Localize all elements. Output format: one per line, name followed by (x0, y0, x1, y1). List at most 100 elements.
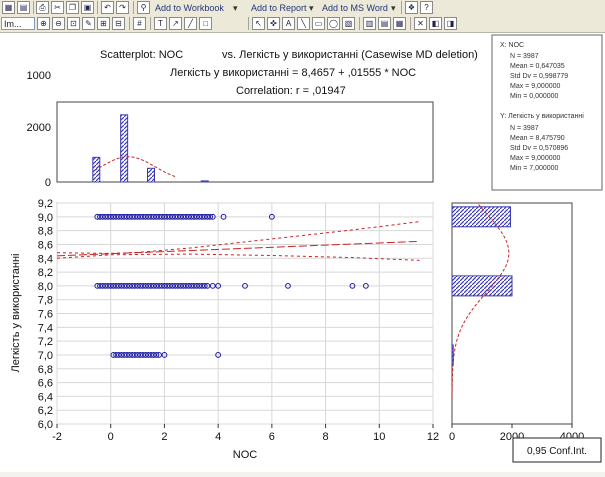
fill-icon[interactable]: ▧ (342, 17, 355, 30)
add-to-workbook-button[interactable]: Add to Workbook (155, 1, 224, 15)
binoculars-icon[interactable]: ⚲ (137, 1, 150, 14)
text-tool-icon[interactable]: T (154, 17, 167, 30)
y-tick-label: 7,2 (38, 336, 53, 348)
chevron-down-icon[interactable]: ▾ (391, 1, 396, 15)
stats-x-header: X: NOC (500, 42, 524, 49)
separator (97, 1, 98, 14)
toolbar-row-2: Im... ⊕ ⊖ ⊡ ✎ ⊞ ⊟ # T ↗ ╱ □ ↖ ✜ A ╲ ▭ ◯ … (0, 16, 605, 32)
y-tick-label: 7,4 (38, 322, 53, 334)
stats-y-line: Std Dv = 0,570896 (510, 145, 568, 152)
layer-icon[interactable]: ▦ (393, 17, 406, 30)
stats-y-line: Max = 9,000000 (510, 155, 561, 162)
separator (401, 1, 402, 14)
conf-int-label: 0,95 Conf.Int. (527, 446, 587, 457)
y-tick-label: 6,8 (38, 364, 53, 376)
top-y-tick-label: 0 (45, 177, 51, 189)
redo-icon[interactable]: ↷ (116, 1, 129, 14)
stats-y-line: Mean = 8,475790 (510, 135, 565, 142)
separator (129, 17, 130, 30)
arrow-tool-icon[interactable]: ↗ (169, 17, 182, 30)
y-tick-label: 9,0 (38, 212, 53, 224)
cut-icon[interactable]: ✂ (51, 1, 64, 14)
zoom-box-icon[interactable]: ⊡ (67, 17, 80, 30)
brushing-icon[interactable]: ✜ (267, 17, 280, 30)
stats-x-line: Max = 9,000000 (510, 83, 561, 90)
add-to-report-button[interactable]: Add to Report (251, 1, 307, 15)
y-tick-label: 6,2 (38, 405, 53, 417)
cross-icon[interactable]: ✕ (414, 17, 427, 30)
separator (248, 17, 249, 30)
x-tick-label: 8 (323, 431, 329, 443)
top-histogram-frame (56, 101, 434, 183)
separator (150, 17, 151, 30)
rectangle-tool-icon[interactable]: □ (199, 17, 212, 30)
right-x-tick-label: 0 (449, 431, 455, 443)
histogram-bar (451, 275, 513, 297)
y-tick-label: 9,2 (38, 198, 53, 210)
y-tick-label: 8,2 (38, 267, 53, 279)
unlock-icon[interactable]: ▤ (378, 17, 391, 30)
zoom-in-icon[interactable]: ⊕ (37, 17, 50, 30)
line-tool-icon[interactable]: ╱ (184, 17, 197, 30)
chart-options-icon[interactable]: ✎ (82, 17, 95, 30)
histogram-bar (200, 180, 209, 183)
add-to-msword-button[interactable]: Add to MS Word (322, 1, 388, 15)
pointer-icon[interactable]: ↖ (252, 17, 265, 30)
toolbar: ▦ ▤ ⎙ ✂ ❐ ▣ ↶ ↷ ⚲ Add to Workbook ▾ Add … (0, 0, 605, 33)
top-y-tick-label: 2000 (27, 122, 51, 134)
plot-icon[interactable]: ⊟ (112, 17, 125, 30)
paste-icon[interactable]: ▣ (81, 1, 94, 14)
y-tick-label: 7,8 (38, 295, 53, 307)
y-tick-label: 8,0 (38, 281, 53, 293)
grid-icon[interactable]: # (133, 17, 146, 30)
chevron-down-icon[interactable]: ▾ (233, 1, 238, 15)
x-tick-label: 2 (161, 431, 167, 443)
stats-x-line: Min = 0,000000 (510, 93, 559, 100)
graph-title-left: Scatterplot: NOC (100, 49, 183, 61)
separator (133, 1, 134, 14)
axis-icon[interactable]: ⊞ (97, 17, 110, 30)
histogram-bar (451, 206, 511, 228)
stats-y-line: Min = 7,000000 (510, 165, 559, 172)
send-back-icon[interactable]: ◨ (444, 17, 457, 30)
lock-icon[interactable]: ▥ (363, 17, 376, 30)
new-document-icon[interactable]: ▦ (2, 1, 15, 14)
chevron-down-icon[interactable]: ▾ (309, 1, 314, 15)
x-tick-label: 12 (427, 431, 439, 443)
help-icon[interactable]: ? (420, 1, 433, 14)
graph-select-dropdown[interactable]: Im... (1, 17, 35, 30)
book-icon[interactable]: ❖ (405, 1, 418, 14)
y-tick-label: 6,4 (38, 391, 53, 403)
y-tick-label: 6,0 (38, 419, 53, 431)
page-icon[interactable]: ▤ (17, 1, 30, 14)
stats-y-header: Y: Легкість у використанні (500, 112, 584, 120)
histogram-bar (120, 114, 129, 183)
x-tick-label: 6 (269, 431, 275, 443)
x-tick-label: -2 (52, 431, 62, 443)
print-icon[interactable]: ⎙ (36, 1, 49, 14)
separator (359, 17, 360, 30)
stats-y-line: N = 3987 (510, 125, 539, 132)
separator (410, 17, 411, 30)
y-axis-label: Легкість у використанні (10, 254, 22, 373)
x-tick-label: 10 (373, 431, 385, 443)
bring-front-icon[interactable]: ◧ (429, 17, 442, 30)
y-tick-label: 7,6 (38, 309, 53, 321)
x-tick-label: 0 (108, 431, 114, 443)
graph-subtitle-correlation: Correlation: r = ,01947 (236, 85, 346, 97)
toolbar-row-1: ▦ ▤ ⎙ ✂ ❐ ▣ ↶ ↷ ⚲ Add to Workbook ▾ Add … (0, 0, 605, 16)
y-tick-label: 6,6 (38, 378, 53, 390)
graph-window: Scatterplot: NOC vs. Легкість у використ… (0, 33, 605, 472)
copy-icon[interactable]: ❐ (66, 1, 79, 14)
y-tick-label: 8,6 (38, 239, 53, 251)
y-tick-label: 8,4 (38, 253, 53, 265)
histogram-bar (147, 167, 155, 183)
draw-ellipse-icon[interactable]: ◯ (327, 17, 340, 30)
undo-icon[interactable]: ↶ (101, 1, 114, 14)
draw-rect-icon[interactable]: ▭ (312, 17, 325, 30)
stats-x-line: Std Dv = 0,998779 (510, 73, 568, 80)
text-icon[interactable]: A (282, 17, 295, 30)
draw-line-icon[interactable]: ╲ (297, 17, 310, 30)
x-tick-label: 4 (215, 431, 221, 443)
zoom-out-icon[interactable]: ⊖ (52, 17, 65, 30)
